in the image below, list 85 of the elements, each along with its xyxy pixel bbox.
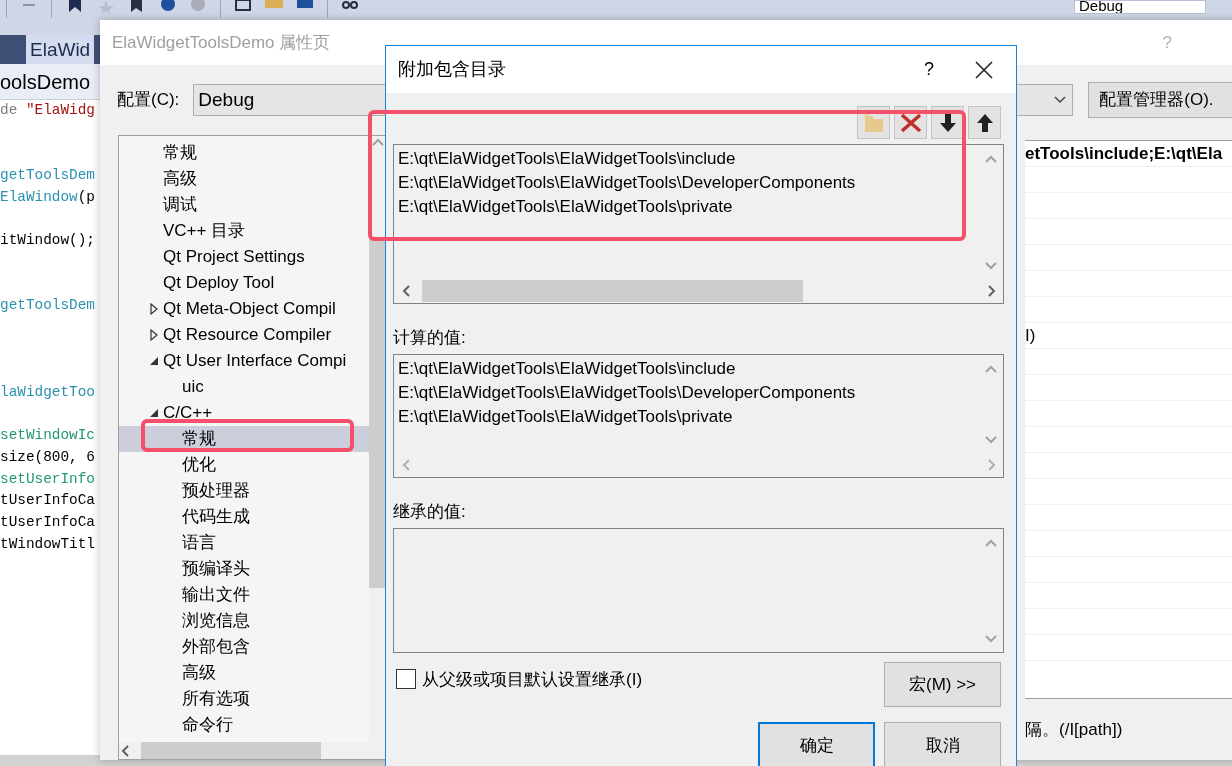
chevron-right-icon	[985, 283, 997, 299]
chevron-down-icon	[983, 433, 999, 445]
code-line: ElaWindow(p	[0, 187, 96, 207]
tree-item[interactable]: Qt Resource Compiler	[119, 322, 369, 348]
chevron-right-icon	[985, 457, 997, 473]
file-tab[interactable]: ElaWid	[26, 35, 95, 64]
tree-item[interactable]: 调试	[119, 192, 369, 218]
tree-item[interactable]: 代码生成	[119, 504, 369, 530]
section-label: 继承的值:	[393, 501, 467, 523]
tree-item[interactable]: 语言	[119, 530, 369, 556]
code-line: getToolsDem	[0, 296, 96, 316]
star-icon[interactable]	[98, 0, 114, 14]
scrollbar[interactable]	[0, 755, 1232, 766]
tree-item[interactable]: Qt Deploy Tool	[119, 270, 369, 296]
tree-item[interactable]: Qt User Interface Compi	[119, 348, 369, 374]
delete-icon	[898, 111, 923, 134]
config-label: 配置(C):	[117, 89, 180, 112]
code-line: setUserInfo	[0, 469, 96, 489]
tree-item[interactable]: C/C++	[119, 400, 369, 426]
cancel-button[interactable]: 取消	[884, 722, 1001, 766]
scrollbar-thumb[interactable]	[422, 280, 803, 302]
checkbox-label: 从父级或项目默认设置继承(I)	[422, 669, 643, 691]
tree-item[interactable]: VC++ 目录	[119, 218, 369, 244]
window-title: ElaWidgetToolsDemo 属性页	[112, 31, 331, 54]
tree-item[interactable]: 命令行	[119, 712, 369, 738]
chevron-down-icon	[983, 632, 999, 644]
chevron-up-icon	[983, 537, 999, 549]
tree-item[interactable]: 所有选项	[119, 686, 369, 712]
collapsed-icon	[149, 303, 159, 315]
chevron-left-icon	[119, 742, 131, 759]
tree-item[interactable]: 优化	[119, 452, 369, 478]
path-entry: E:\qt\ElaWidgetTools\ElaWidgetTools\DeveloperComponents	[398, 172, 857, 194]
window-icon[interactable]	[235, 0, 251, 14]
code-line: laWidgetToo	[0, 382, 96, 402]
chevron-down-icon	[1052, 94, 1069, 106]
checkbox[interactable]	[396, 669, 416, 689]
code-line: de "ElaWidg	[0, 101, 96, 120]
property-value[interactable]: I)	[1025, 326, 1036, 345]
code-line: itWindow();	[0, 231, 96, 251]
path-entry: E:\qt\ElaWidgetTools\ElaWidgetTools\private	[398, 196, 734, 218]
description-text: 隔。(/I[path])	[1025, 718, 1123, 741]
code-line: setWindowIc	[0, 426, 96, 446]
ok-button[interactable]: 确定	[758, 722, 875, 766]
property-value[interactable]: etTools\include;E:\qt\Ela	[1025, 144, 1223, 163]
toolbar-button[interactable]	[968, 106, 1001, 139]
path-entry: E:\qt\ElaWidgetTools\ElaWidgetTools\private	[398, 406, 734, 428]
tree-item[interactable]: 高级	[119, 166, 369, 192]
close-icon	[974, 59, 994, 80]
flag-icon[interactable]	[66, 0, 84, 14]
tree-item[interactable]: 浏览信息	[119, 608, 369, 634]
config-manager-button[interactable]: 配置管理器(O).	[1088, 82, 1232, 118]
tree-item[interactable]: 预处理器	[119, 478, 369, 504]
code-line: tUserInfoCa	[0, 513, 96, 533]
close-button[interactable]	[974, 59, 994, 80]
tree-item[interactable]: 输出文件	[119, 582, 369, 608]
tree-item[interactable]: 外部包含	[119, 634, 369, 660]
chevron-left-icon	[400, 457, 412, 473]
navigation-dropdown[interactable]: oolsDemo	[0, 66, 91, 97]
tree-item[interactable]: 高级	[119, 660, 369, 686]
code-line: tWindowTitl	[0, 534, 96, 554]
chevron-down-icon	[983, 259, 999, 271]
collapsed-icon	[149, 329, 159, 341]
expanded-icon	[149, 356, 159, 366]
tree-item[interactable]: Qt Meta-Object Compil	[119, 296, 369, 322]
chevron-up-icon	[983, 363, 999, 375]
path-entry: E:\qt\ElaWidgetTools\ElaWidgetTools\include	[398, 148, 737, 170]
chevron-up-icon	[983, 153, 999, 165]
expanded-icon	[149, 408, 159, 418]
tree-item[interactable]: Qt Project Settings	[119, 244, 369, 270]
tree-item[interactable]: uic	[119, 374, 369, 400]
computed-list[interactable]: E:\qt\ElaWidgetTools\ElaWidgetTools\include E:\qt\ElaWidgetTools\ElaWidgetTools\DeveloperComponents E:\qt\ElaWidgetTools\ElaWidgetTools\private	[393, 354, 1004, 478]
help-button[interactable]: ?	[924, 56, 934, 83]
path-entry: E:\qt\ElaWidgetTools\ElaWidgetTools\DeveloperComponents	[398, 382, 857, 404]
dialog-title: 附加包含目录	[398, 58, 506, 81]
code-line: size(800, 6	[0, 448, 96, 467]
path-list[interactable]: E:\qt\ElaWidgetTools\ElaWidgetTools\include E:\qt\ElaWidgetTools\ElaWidgetTools\DeveloperComponents E:\qt\ElaWidgetTools\ElaWidgetTools\private	[393, 144, 1004, 304]
code-line: getToolsDem	[0, 166, 96, 186]
path-entry: E:\qt\ElaWidgetTools\ElaWidgetTools\include	[398, 358, 737, 380]
tree-item[interactable]: 常规	[119, 140, 369, 166]
tree-item[interactable]: 预编译头	[119, 556, 369, 582]
macro-button[interactable]: 宏(M) >>	[884, 662, 1001, 707]
section-label: 计算的值:	[393, 327, 467, 349]
scrollbar-thumb[interactable]	[141, 742, 321, 759]
chevron-left-icon	[400, 283, 412, 299]
code-line: tUserInfoCa	[0, 491, 96, 511]
